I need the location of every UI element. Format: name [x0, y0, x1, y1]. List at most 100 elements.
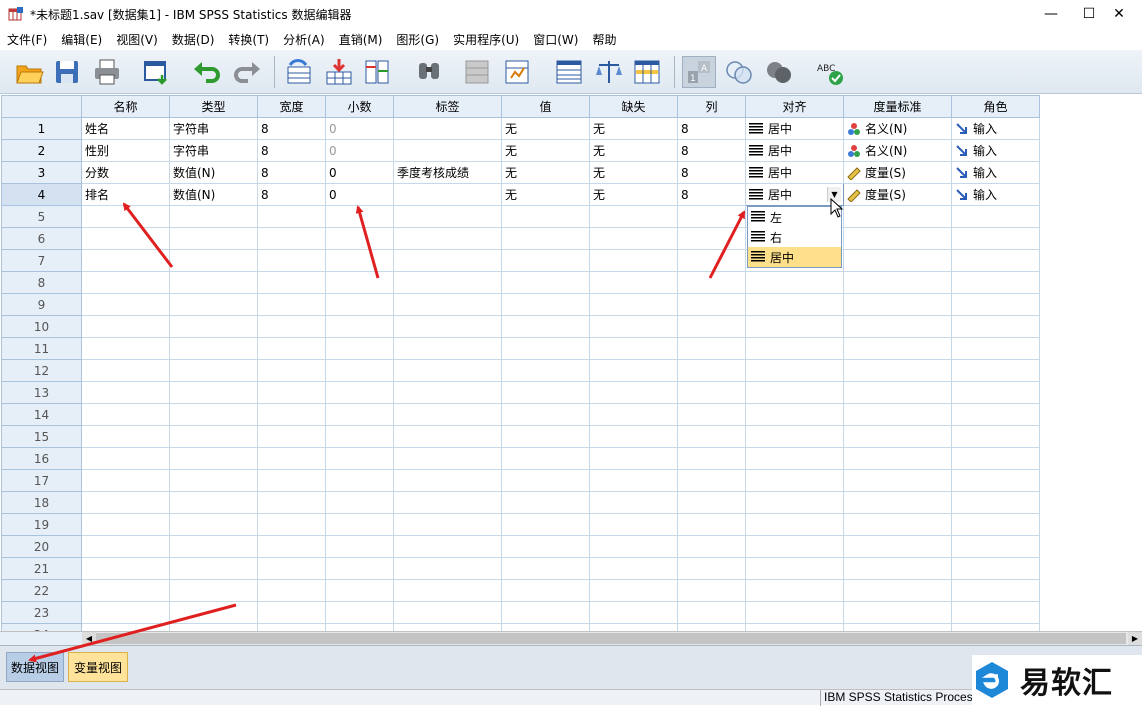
empty-cell[interactable] [951, 469, 1040, 492]
align-option-center[interactable]: 居中 [748, 247, 841, 267]
empty-cell[interactable] [745, 337, 844, 360]
empty-cell[interactable] [325, 513, 394, 536]
horizontal-scrollbar[interactable]: ◀ ▶ [82, 631, 1142, 645]
empty-cell[interactable] [951, 535, 1040, 558]
empty-cell[interactable] [589, 315, 678, 338]
cell-missing[interactable]: 无 [589, 183, 678, 206]
empty-cell[interactable] [257, 579, 326, 602]
empty-cell[interactable] [81, 249, 170, 272]
empty-cell[interactable] [501, 337, 590, 360]
empty-cell[interactable] [501, 359, 590, 382]
empty-cell[interactable] [169, 205, 258, 228]
row-header[interactable]: 5 [1, 205, 82, 228]
empty-cell[interactable] [169, 513, 258, 536]
empty-cell[interactable] [257, 359, 326, 382]
empty-cell[interactable] [325, 293, 394, 316]
menu-view[interactable]: 视图(V) [109, 31, 165, 48]
empty-cell[interactable] [325, 535, 394, 558]
print-button[interactable] [90, 56, 124, 88]
empty-cell[interactable] [169, 491, 258, 514]
empty-cell[interactable] [677, 469, 746, 492]
empty-cell[interactable] [257, 469, 326, 492]
column-header[interactable]: 小数 [325, 95, 394, 118]
empty-cell[interactable] [501, 425, 590, 448]
empty-cell[interactable] [951, 359, 1040, 382]
empty-cell[interactable] [501, 447, 590, 470]
empty-cell[interactable] [393, 359, 502, 382]
empty-cell[interactable] [843, 579, 952, 602]
cell-missing[interactable]: 无 [589, 117, 678, 140]
empty-cell[interactable] [589, 513, 678, 536]
empty-cell[interactable] [257, 337, 326, 360]
scroll-left-icon[interactable]: ◀ [82, 632, 96, 645]
empty-cell[interactable] [677, 381, 746, 404]
empty-cell[interactable] [951, 381, 1040, 404]
empty-cell[interactable] [325, 425, 394, 448]
goto-case-button[interactable] [282, 56, 316, 88]
empty-cell[interactable] [951, 425, 1040, 448]
cell-columns[interactable]: 8 [677, 161, 746, 184]
empty-cell[interactable] [677, 447, 746, 470]
empty-cell[interactable] [325, 403, 394, 426]
cell-measure[interactable]: 度量(S) [843, 161, 952, 184]
empty-cell[interactable] [169, 601, 258, 624]
empty-cell[interactable] [589, 491, 678, 514]
empty-cell[interactable] [393, 381, 502, 404]
select-cases-button[interactable] [630, 56, 664, 88]
cell-measure[interactable]: 名义(N) [843, 139, 952, 162]
empty-cell[interactable] [677, 359, 746, 382]
empty-cell[interactable] [81, 227, 170, 250]
empty-cell[interactable] [589, 601, 678, 624]
empty-cell[interactable] [501, 623, 590, 631]
variables-button[interactable] [360, 56, 394, 88]
empty-cell[interactable] [589, 579, 678, 602]
menu-graphs[interactable]: 图形(G) [389, 31, 446, 48]
empty-cell[interactable] [393, 227, 502, 250]
empty-cell[interactable] [81, 469, 170, 492]
empty-cell[interactable] [81, 403, 170, 426]
empty-cell[interactable] [951, 249, 1040, 272]
row-header[interactable]: 14 [1, 403, 82, 426]
menu-help[interactable]: 帮助 [585, 31, 623, 48]
scroll-right-icon[interactable]: ▶ [1128, 632, 1142, 645]
empty-cell[interactable] [589, 469, 678, 492]
use-sets-button[interactable] [722, 56, 756, 88]
row-header[interactable]: 18 [1, 491, 82, 514]
empty-cell[interactable] [393, 447, 502, 470]
insert-variable-button[interactable] [500, 56, 534, 88]
spell-check-button[interactable]: ABC [812, 56, 846, 88]
empty-cell[interactable] [677, 227, 746, 250]
empty-cell[interactable] [169, 469, 258, 492]
show-all-variables-button[interactable] [762, 56, 796, 88]
empty-cell[interactable] [745, 381, 844, 404]
row-header[interactable]: 11 [1, 337, 82, 360]
empty-cell[interactable] [169, 623, 258, 631]
empty-cell[interactable] [745, 579, 844, 602]
column-header[interactable]: 类型 [169, 95, 258, 118]
empty-cell[interactable] [589, 227, 678, 250]
column-header[interactable]: 度量标准 [843, 95, 952, 118]
empty-cell[interactable] [843, 513, 952, 536]
empty-cell[interactable] [325, 205, 394, 228]
empty-cell[interactable] [257, 381, 326, 404]
empty-cell[interactable] [951, 557, 1040, 580]
empty-cell[interactable] [81, 271, 170, 294]
row-header[interactable]: 3 [1, 161, 82, 184]
cell-label[interactable] [393, 139, 502, 162]
column-header[interactable]: 宽度 [257, 95, 326, 118]
empty-cell[interactable] [677, 249, 746, 272]
cell-name[interactable]: 姓名 [81, 117, 170, 140]
cell-measure[interactable]: 名义(N) [843, 117, 952, 140]
empty-cell[interactable] [951, 337, 1040, 360]
column-header[interactable]: 名称 [81, 95, 170, 118]
empty-cell[interactable] [745, 623, 844, 631]
empty-cell[interactable] [81, 579, 170, 602]
cell-label[interactable] [393, 183, 502, 206]
empty-cell[interactable] [81, 315, 170, 338]
empty-cell[interactable] [81, 601, 170, 624]
empty-cell[interactable] [169, 293, 258, 316]
empty-cell[interactable] [393, 271, 502, 294]
empty-cell[interactable] [325, 315, 394, 338]
split-file-button[interactable] [552, 56, 586, 88]
empty-cell[interactable] [677, 579, 746, 602]
